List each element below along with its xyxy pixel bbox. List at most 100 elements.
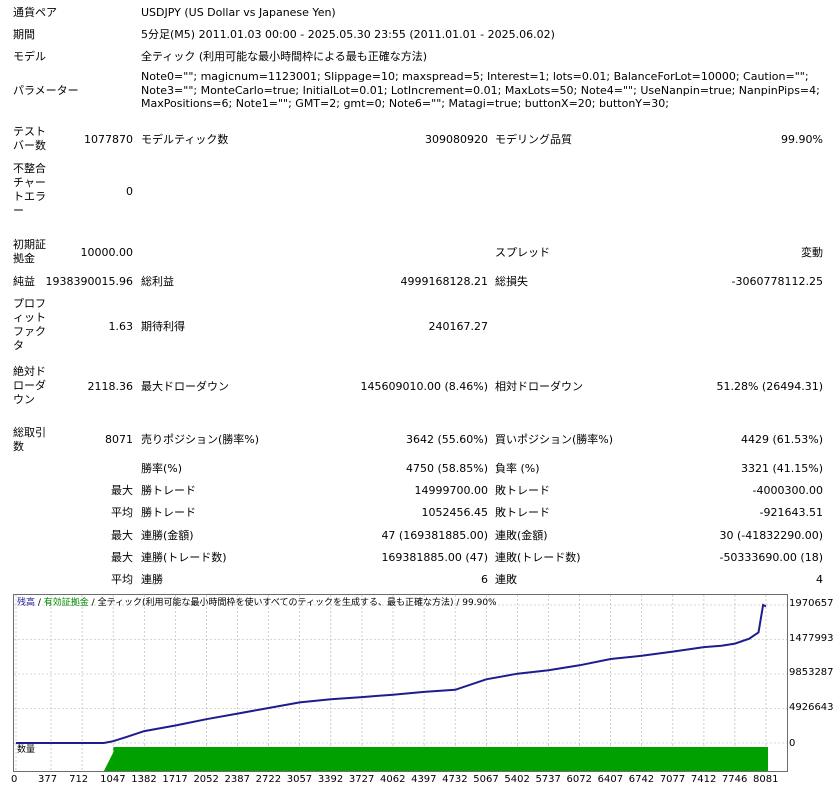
max-consec-loss-count-label: 連敗(トレード数) — [495, 551, 581, 564]
short-positions-label: 売りポジション(勝率%) — [141, 433, 260, 446]
period-label: 期間 — [13, 28, 35, 41]
model-label: モデル — [13, 50, 46, 63]
max-consec-win-amount-value: 47 (169381885.00) — [381, 529, 488, 542]
max-win-value: 14999700.00 — [414, 484, 488, 497]
x-tick-label: 6742 — [628, 774, 655, 785]
x-tick-label: 712 — [69, 774, 89, 785]
model-ticks-label: モデルティック数 — [141, 133, 229, 146]
avg-win-label: 勝トレード — [141, 506, 196, 519]
legend-sep-3: / — [453, 598, 463, 608]
x-tick-label: 4062 — [379, 774, 406, 785]
legend-sep-2: / — [88, 598, 98, 608]
long-positions-value: 4429 (61.53%) — [740, 433, 823, 446]
avg-consec-loss-label: 連敗 — [495, 573, 517, 586]
loss-rate-value: 3321 (41.15%) — [740, 462, 823, 475]
mismatch-value: 0 — [126, 185, 133, 198]
max-consec-loss-amount-value: 30 (-41832290.00) — [719, 529, 823, 542]
y-tick-label: 19706574 — [789, 598, 833, 609]
x-tick-label: 3057 — [286, 774, 313, 785]
max-consec-win-count-label: 連勝(トレード数) — [141, 551, 227, 564]
max-loss-value: -4000300.00 — [752, 484, 823, 497]
abs-drawdown-label: 絶対ドローダウン — [13, 365, 46, 406]
x-tick-label: 4732 — [442, 774, 468, 785]
y-tick-label: 14779931 — [789, 632, 833, 644]
win-rate-label: 勝率(%) — [141, 462, 183, 475]
legend-model: 全ティック(利用可能な最小時間枠を使いすべてのティックを生成する、最も正確な方法… — [97, 598, 454, 608]
avg-consec-loss-value: 4 — [816, 573, 823, 586]
x-tick-label: 2722 — [255, 774, 282, 785]
gross-loss-label: 総損失 — [495, 275, 528, 288]
max-loss-label: 敗トレード — [495, 484, 550, 497]
y-tick-label: 4926643 — [789, 701, 833, 713]
x-tick-label: 2387 — [224, 774, 250, 785]
x-tick-label: 7746 — [721, 774, 748, 785]
x-tick-label: 4397 — [411, 774, 437, 785]
volume-bars — [103, 747, 768, 771]
x-tick-label: 1382 — [131, 774, 157, 785]
initial-deposit-value: 10000.00 — [80, 246, 134, 259]
volume-chart-svg — [15, 744, 768, 771]
x-tick-label: 3727 — [348, 774, 375, 785]
test-bars-label: テストバー数 — [13, 125, 46, 152]
avg-prefix: 平均 — [111, 506, 133, 519]
parameters-value: Note0=""; magicnum=1123001; Slippage=10;… — [141, 70, 820, 110]
chart-legend: 残高 / 有効証拠金 / 全ティック(利用可能な最小時間枠を使いすべてのティック… — [17, 597, 497, 609]
x-tick-label: 3392 — [317, 774, 344, 785]
x-tick-label: 2052 — [193, 774, 219, 785]
period-value: 5分足(M5) 2011.01.03 00:00 - 2025.05.30 23… — [141, 28, 555, 41]
balance-chart-svg — [14, 595, 787, 745]
x-tick-label: 5737 — [535, 774, 561, 785]
x-tick-label: 7077 — [659, 774, 686, 785]
rel-drawdown-value: 51.28% (26494.31) — [716, 380, 823, 393]
x-tick-label: 1047 — [100, 774, 126, 785]
x-tick-label: 8081 — [753, 774, 779, 785]
abs-drawdown-value: 2118.36 — [87, 380, 134, 393]
max-drawdown-value: 145609010.00 (8.46%) — [360, 380, 488, 393]
currency-label: 通貨ペア — [13, 6, 57, 19]
max-win-label: 勝トレード — [141, 484, 196, 497]
currency-value: USDJPY (US Dollar vs Japanese Yen) — [141, 6, 336, 19]
volume-chart: 数量 — [13, 744, 788, 772]
expected-payoff-value: 240167.27 — [428, 320, 489, 333]
long-positions-label: 買いポジション(勝率%) — [495, 433, 614, 446]
x-tick-label: 5402 — [504, 774, 530, 785]
net-profit-label: 純益 — [13, 275, 35, 288]
max-prefix-3: 最大 — [111, 551, 133, 564]
y-tick-label: 9853287 — [789, 667, 833, 678]
avg-win-value: 1052456.45 — [421, 506, 488, 519]
avg-consec-win-label: 連勝 — [141, 573, 163, 586]
spread-label: スプレッド — [495, 246, 550, 259]
net-profit-value: 1938390015.96 — [45, 275, 133, 288]
profit-factor-label: プロフィットファクタ — [13, 297, 46, 352]
test-bars-value: 1077870 — [84, 133, 133, 146]
legend-equity: 有効証拠金 — [43, 598, 89, 608]
volume-label: 数量 — [17, 745, 36, 755]
legend-quality: 99.90% — [462, 598, 497, 608]
avg-prefix-2: 平均 — [111, 573, 133, 586]
model-quality-label: モデリング品質 — [495, 133, 572, 146]
x-tick-label: 6072 — [566, 774, 592, 785]
total-trades-value: 8071 — [105, 433, 133, 446]
max-consec-loss-amount-label: 連敗(金額) — [495, 529, 548, 542]
short-positions-value: 3642 (55.60%) — [405, 433, 488, 446]
mismatch-label: 不整合チャートエラー — [13, 162, 46, 217]
x-tick-label: 5067 — [473, 774, 499, 785]
model-ticks-value: 309080920 — [425, 133, 488, 146]
max-drawdown-label: 最大ドローダウン — [141, 380, 229, 393]
parameters-label: パラメーター — [13, 84, 79, 97]
loss-rate-label: 負率 (%) — [495, 462, 540, 475]
x-tick-label: 7412 — [690, 774, 717, 785]
max-consec-win-count-value: 169381885.00 (47) — [381, 551, 488, 564]
y-tick-label: 0 — [789, 738, 796, 749]
initial-deposit-label: 初期証拠金 — [13, 238, 46, 265]
max-consec-win-amount-label: 連勝(金額) — [141, 529, 194, 542]
model-value: 全ティック (利用可能な最小時間枠による最も正確な方法) — [141, 50, 428, 63]
x-tick-label: 1717 — [162, 774, 188, 785]
legend-balance: 残高 — [17, 598, 36, 608]
max-prefix-2: 最大 — [111, 529, 133, 542]
gross-profit-label: 総利益 — [141, 275, 174, 288]
gross-profit-value: 4999168128.21 — [400, 275, 488, 288]
max-consec-loss-count-value: -50333690.00 (18) — [719, 551, 823, 564]
rel-drawdown-label: 相対ドローダウン — [495, 380, 583, 393]
avg-loss-label: 敗トレード — [495, 506, 550, 519]
